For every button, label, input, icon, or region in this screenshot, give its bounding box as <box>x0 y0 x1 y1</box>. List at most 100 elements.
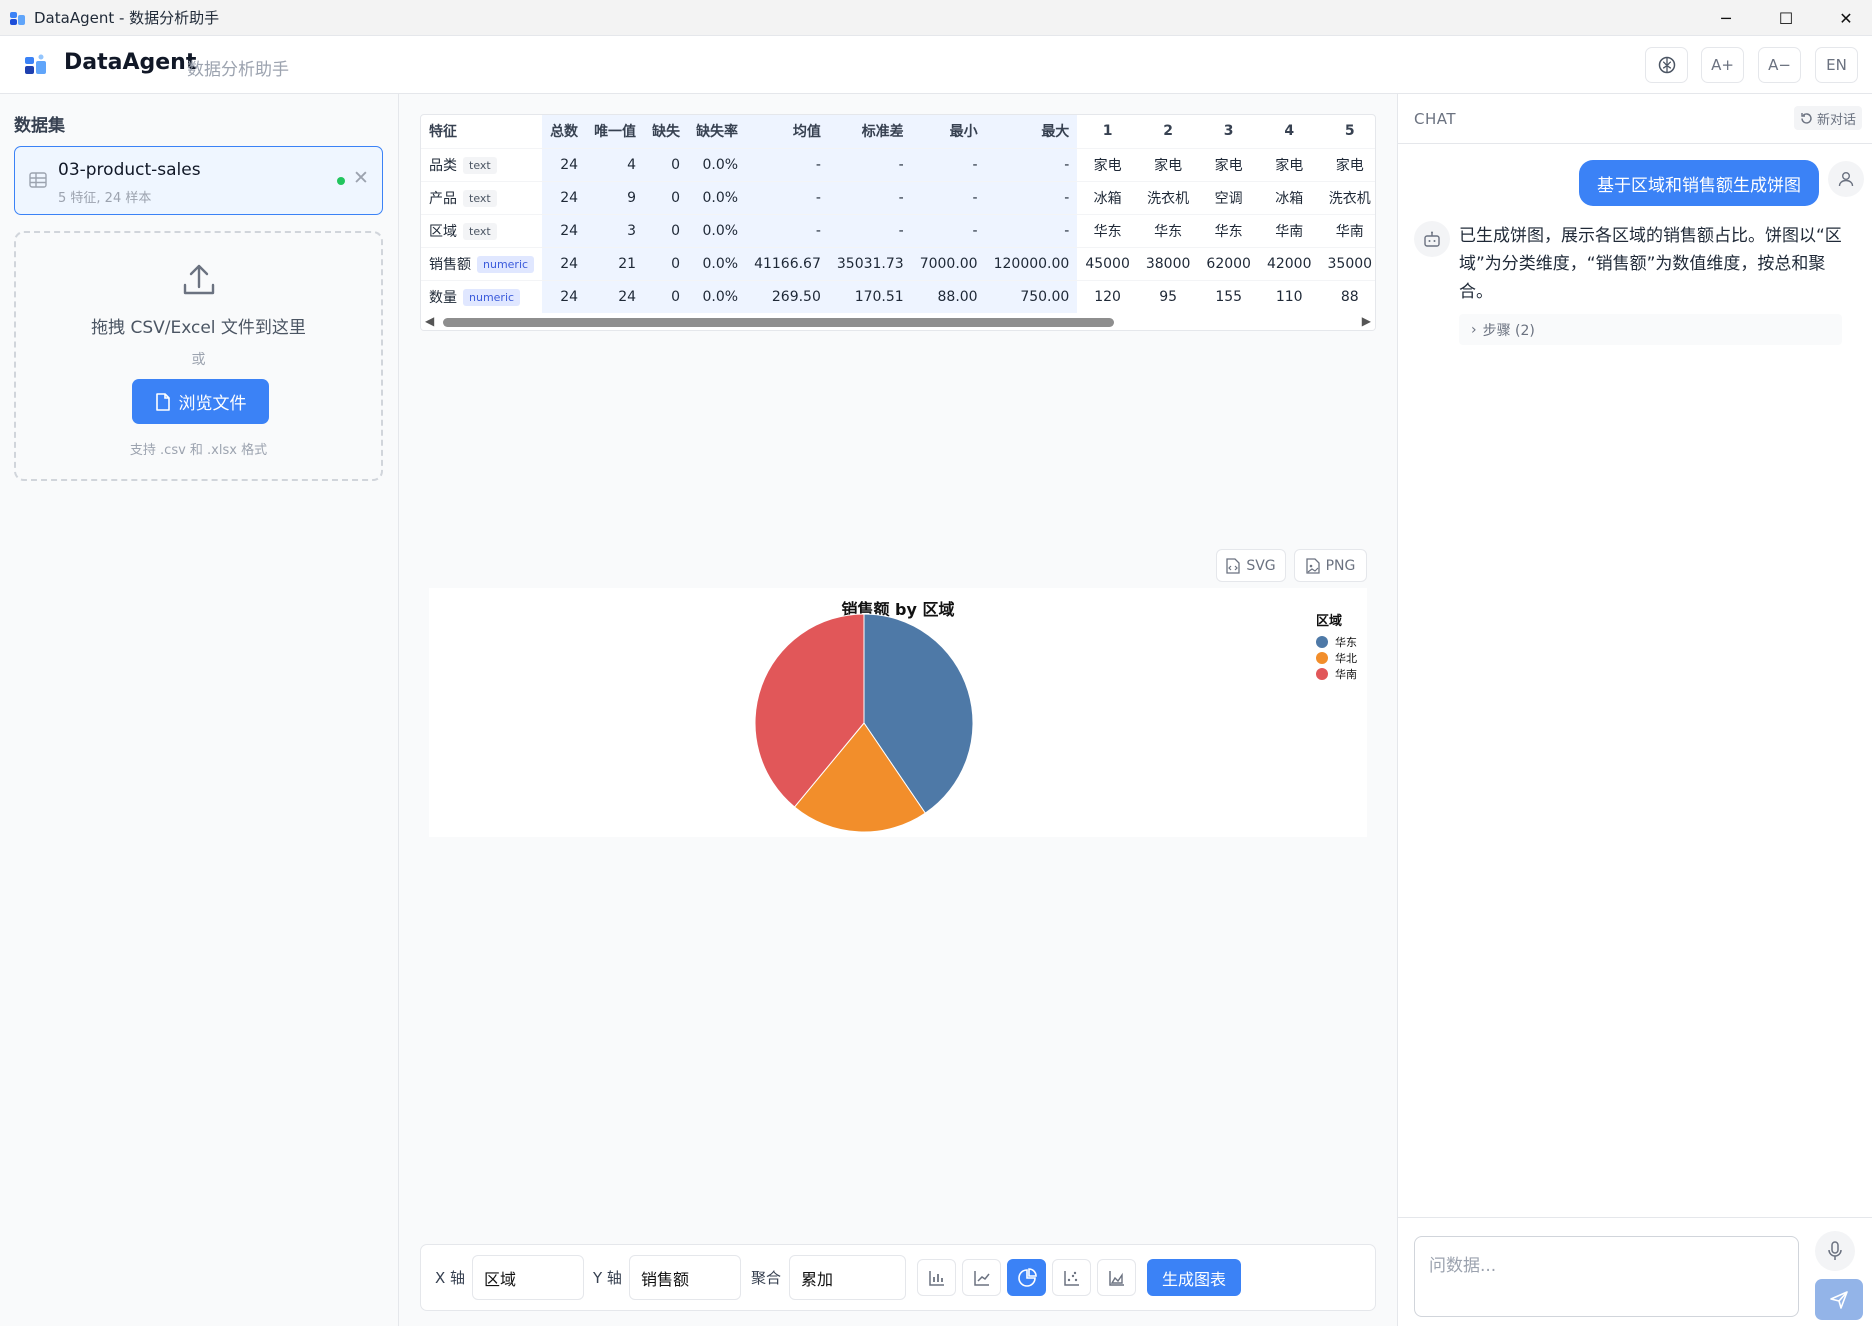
legend-title: 区域 <box>1316 613 1342 629</box>
steps-expander[interactable]: › 步骤 (2) <box>1459 314 1842 345</box>
col-header-std: 标准差 <box>828 115 912 149</box>
aggregation-label: 聚合 <box>751 1269 782 1287</box>
maximize-button[interactable]: ☐ <box>1756 0 1816 36</box>
stat-cell-mean: - <box>746 214 829 248</box>
send-button[interactable] <box>1815 1279 1863 1320</box>
col-header-sample-5: 5 <box>1319 115 1375 149</box>
chart-panel: 销售额 by 区域 区域 华东 华北 华南 <box>429 588 1367 837</box>
new-chat-label: 新对话 <box>1817 112 1857 128</box>
sample-cell: 155 <box>1198 280 1259 314</box>
stat-cell-missing-rate: 0.0% <box>688 214 747 248</box>
user-message: 基于区域和销售额生成饼图 <box>1579 160 1819 206</box>
sample-cell: 洗衣机 <box>1319 181 1375 215</box>
table-row: 区域 text 24 3 0 0.0% - - - - 华东 华东 华东 华南 华南 <box>421 214 1375 248</box>
legend-label: 华北 <box>1335 651 1357 665</box>
chat-input[interactable]: 问数据... <box>1414 1236 1799 1317</box>
sample-cell: 华东 <box>1198 214 1259 248</box>
feature-table-container[interactable]: 特征 总数 唯一值 缺失 缺失率 均值 标准差 最小 最大 1 2 3 4 5 … <box>420 114 1376 331</box>
area-chart-icon <box>1108 1270 1124 1286</box>
scroll-right-icon[interactable]: ▶ <box>1362 314 1371 328</box>
generate-chart-button[interactable]: 生成图表 <box>1147 1259 1241 1296</box>
table-row: 品类 text 24 4 0 0.0% - - - - 家电 家电 家电 家电 家电 <box>421 148 1375 182</box>
col-header-missing-rate: 缺失率 <box>688 115 747 149</box>
stat-cell-max: - <box>985 148 1078 182</box>
sample-cell: 洗衣机 <box>1137 181 1199 215</box>
legend-label: 华南 <box>1335 667 1357 681</box>
stat-cell-mean: 269.50 <box>746 280 829 314</box>
voice-input-button[interactable] <box>1815 1231 1855 1271</box>
sample-cell: 35000 <box>1319 247 1375 281</box>
chat-title: CHAT <box>1414 110 1457 128</box>
feature-cell: 数量 numeric <box>421 280 543 314</box>
sample-cell: 华东 <box>1137 214 1199 248</box>
feature-name: 数量 <box>429 289 457 306</box>
sample-cell: 华东 <box>1077 214 1138 248</box>
main-workspace: 特征 总数 唯一值 缺失 缺失率 均值 标准差 最小 最大 1 2 3 4 5 … <box>399 94 1397 1326</box>
stat-cell-max: 120000.00 <box>985 247 1078 281</box>
feature-name: 销售额 <box>429 256 471 273</box>
sample-cell: 38000 <box>1137 247 1199 281</box>
aggregation-select[interactable]: 累加 <box>789 1255 906 1300</box>
chevron-right-icon: › <box>1471 321 1477 338</box>
stat-cell-max: 750.00 <box>985 280 1078 314</box>
feature-cell: 区域 text <box>421 214 543 248</box>
scroll-left-icon[interactable]: ◀ <box>425 314 434 328</box>
chart-controls-bar: X 轴 区域 Y 轴 销售额 聚合 累加 生成图表 <box>420 1244 1376 1311</box>
dataset-card[interactable]: 03-product-sales 5 特征, 24 样本 ✕ <box>14 146 383 215</box>
scatter-chart-icon <box>1063 1270 1079 1286</box>
stat-cell-std: - <box>828 214 912 248</box>
type-badge: text <box>463 223 497 240</box>
stat-cell-count: 24 <box>542 181 587 215</box>
stat-cell-mean: - <box>746 181 829 215</box>
export-png-button[interactable]: PNG <box>1294 549 1367 582</box>
refresh-icon <box>1801 112 1812 124</box>
stat-cell-unique: 24 <box>586 280 645 314</box>
brain-toggle-button[interactable] <box>1645 47 1688 83</box>
scrollbar-thumb[interactable] <box>443 318 1114 327</box>
language-button[interactable]: EN <box>1815 47 1858 83</box>
font-decrease-button[interactable]: A− <box>1758 47 1801 83</box>
sample-cell: 冰箱 <box>1077 181 1138 215</box>
table-horizontal-scrollbar[interactable]: ◀ ▶ <box>421 313 1375 330</box>
scatter-chart-type-button[interactable] <box>1052 1259 1091 1296</box>
dropzone-text: 拖拽 CSV/Excel 文件到这里 <box>91 318 306 338</box>
legend-swatch <box>1316 668 1328 680</box>
export-svg-button[interactable]: SVG <box>1216 549 1286 582</box>
feature-cell: 产品 text <box>421 181 543 215</box>
pie-chart-icon <box>1017 1267 1037 1287</box>
pie-chart-type-button[interactable] <box>1007 1259 1046 1296</box>
stat-cell-min: - <box>911 148 986 182</box>
table-header-row: 特征 总数 唯一值 缺失 缺失率 均值 标准差 最小 最大 1 2 3 4 5 <box>421 115 1375 149</box>
table-row: 产品 text 24 9 0 0.0% - - - - 冰箱 洗衣机 空调 冰箱 洗衣机 <box>421 181 1375 215</box>
feature-cell: 品类 text <box>421 148 543 182</box>
sample-cell: 家电 <box>1258 148 1320 182</box>
new-chat-button[interactable]: 新对话 <box>1794 106 1863 130</box>
sample-cell: 家电 <box>1319 148 1375 182</box>
feature-cell: 销售额 numeric <box>421 247 543 281</box>
area-chart-type-button[interactable] <box>1097 1259 1136 1296</box>
stat-cell-min: - <box>911 181 986 215</box>
col-header-mean: 均值 <box>746 115 829 149</box>
file-code-icon <box>1226 557 1240 574</box>
stat-cell-max: - <box>985 181 1078 215</box>
stat-cell-mean: 41166.67 <box>746 247 829 281</box>
browse-files-button[interactable]: 浏览文件 <box>132 379 269 424</box>
remove-dataset-icon[interactable]: ✕ <box>353 167 369 189</box>
minimize-button[interactable]: ─ <box>1696 0 1756 36</box>
stat-cell-missing: 0 <box>644 247 689 281</box>
file-icon <box>155 392 170 411</box>
stat-cell-max: - <box>985 214 1078 248</box>
close-window-button[interactable]: ✕ <box>1816 0 1872 36</box>
line-chart-type-button[interactable] <box>962 1259 1001 1296</box>
y-axis-select[interactable]: 销售额 <box>629 1255 741 1300</box>
type-badge: text <box>463 157 497 174</box>
sample-cell: 家电 <box>1077 148 1138 182</box>
stat-cell-count: 24 <box>542 247 587 281</box>
browse-files-label: 浏览文件 <box>178 394 247 414</box>
x-axis-select[interactable]: 区域 <box>472 1255 584 1300</box>
sample-cell: 华南 <box>1258 214 1320 248</box>
file-dropzone[interactable]: 拖拽 CSV/Excel 文件到这里 或 浏览文件 支持 .csv 和 .xls… <box>14 231 383 481</box>
font-increase-button[interactable]: A+ <box>1701 47 1744 83</box>
bar-chart-type-button[interactable] <box>917 1259 956 1296</box>
sample-cell: 家电 <box>1198 148 1259 182</box>
